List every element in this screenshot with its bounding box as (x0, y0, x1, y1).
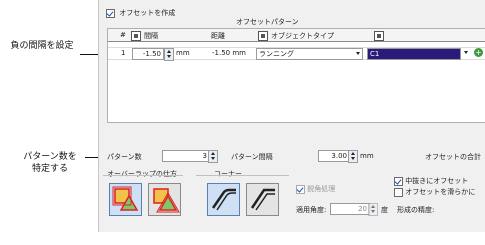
add-row-icon[interactable]: + (474, 48, 483, 57)
corner-sharp-button[interactable] (246, 183, 279, 216)
overlap-mode-2-icon (153, 188, 180, 213)
hollow-label: 中抜きにオフセット (405, 177, 469, 185)
corner-sharp-icon (250, 188, 275, 211)
col-spacing-header: 間隔 (144, 32, 158, 40)
angle-spinner[interactable] (368, 203, 378, 216)
col-object-type-header: オブジェクトタイプ (271, 32, 334, 40)
bevel-label: 鋭角処理 (307, 185, 336, 193)
color-select[interactable]: C1 (367, 48, 461, 60)
pattern-count-label: パターン数 (107, 153, 142, 161)
create-offset-checkbox-row[interactable]: オフセットを作成 (106, 8, 175, 18)
pattern-spacing-field[interactable]: 3.00 (318, 150, 350, 162)
col-type-edit-icon[interactable] (258, 31, 268, 41)
callout-pattern-count-2: 特定する (31, 164, 68, 174)
hollow-row[interactable]: 中抜きにオフセット (394, 176, 468, 186)
callout-pattern-count-1: パターン数を (23, 152, 77, 162)
smooth-checkbox[interactable] (394, 187, 403, 197)
object-type-select[interactable]: ランニング (256, 48, 363, 60)
object-type-value: ランニング (259, 50, 294, 58)
row-index: 1 (121, 49, 126, 57)
corner-round-button[interactable] (207, 183, 240, 216)
corner-label: コーナー (214, 170, 242, 178)
col-index-header: # (120, 31, 126, 39)
hollow-checkbox[interactable] (394, 176, 403, 186)
overlap-mode-1-button[interactable] (109, 183, 142, 216)
overlap-divider (103, 175, 183, 176)
row-spacing-unit: mm (176, 49, 190, 57)
row-spacing-field[interactable]: -1.50 (132, 48, 164, 60)
overlap-label: オーバーラップの仕方 (107, 170, 177, 178)
create-offset-label: オフセットを作成 (119, 9, 176, 17)
col-edit-icon[interactable] (131, 31, 141, 41)
table-row[interactable]: 1 -1.50 mm -1.50 mm ランニング C1 + (108, 47, 485, 61)
pattern-spacing-label: パターン間隔 (231, 153, 273, 161)
overlap-mode-2-button[interactable] (148, 183, 181, 216)
overlap-mode-1-icon (112, 186, 139, 211)
pattern-title: オフセットパターン (236, 18, 299, 26)
chevron-down-icon (356, 52, 360, 55)
col-distance-header: 距離 (211, 32, 225, 40)
create-offset-checkbox[interactable] (106, 8, 115, 18)
precision-label: 形成の精度: (397, 206, 435, 214)
grid-header: # 間隔 距離 オブジェクトタイプ (107, 28, 485, 42)
corner-divider (196, 175, 289, 176)
corner-round-icon (211, 188, 236, 211)
pattern-spacing-spinner[interactable] (348, 150, 358, 163)
smooth-label: オフセットを滑らかに (405, 188, 476, 196)
col-color-edit-icon[interactable] (374, 31, 384, 41)
bevel-checkbox[interactable] (296, 184, 305, 194)
pattern-count-field[interactable]: 3 (162, 150, 210, 162)
pattern-count-spinner[interactable] (208, 150, 218, 163)
angle-label: 適用角度: (296, 206, 327, 214)
bevel-row[interactable]: 鋭角処理 (296, 184, 335, 194)
offset-total-label: オフセットの合計 (425, 153, 481, 161)
angle-unit: 度 (381, 206, 388, 214)
pattern-grid: 1 -1.50 mm -1.50 mm ランニング C1 + (107, 41, 485, 123)
smooth-row[interactable]: オフセットを滑らかに (394, 187, 475, 197)
row-distance: -1.50 mm (212, 49, 246, 57)
angle-field[interactable]: 20 (330, 203, 370, 215)
pattern-spacing-unit: mm (360, 152, 374, 160)
row-spacing-spinner[interactable] (164, 48, 174, 61)
color-dropdown-icon[interactable] (464, 51, 468, 54)
color-value: C1 (370, 50, 380, 58)
callout-spacing: 負の間隔を設定 (10, 41, 74, 51)
